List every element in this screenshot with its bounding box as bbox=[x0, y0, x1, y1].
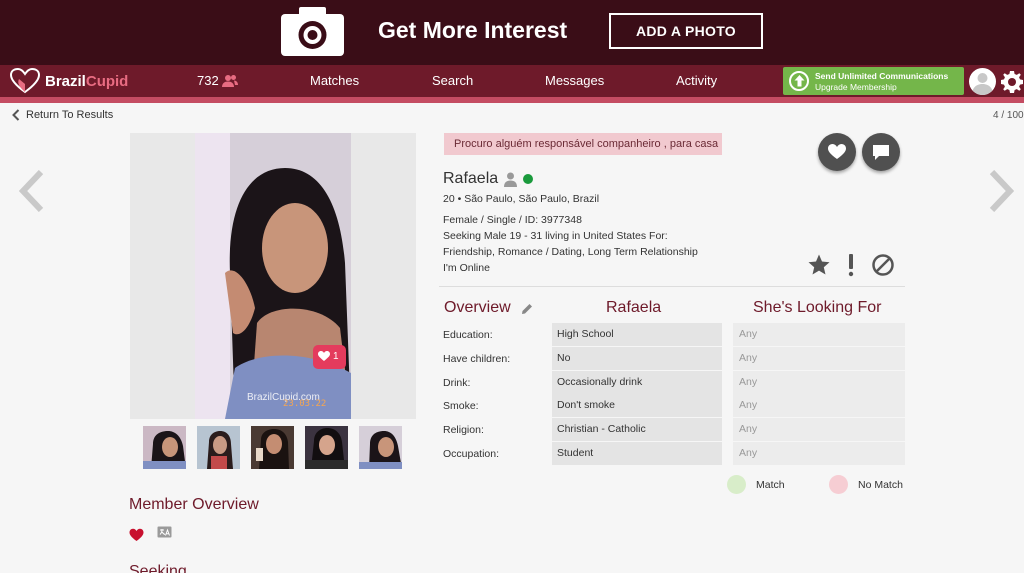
banner-headline: Get More Interest bbox=[378, 17, 568, 43]
profile-seeking-2: Friendship, Romance / Dating, Long Term … bbox=[443, 246, 698, 258]
logo-text-brazil: Brazil bbox=[45, 72, 86, 90]
message-button[interactable] bbox=[862, 133, 900, 171]
profile-online-status: I'm Online bbox=[443, 262, 490, 274]
table-row: Drink: Occasionally drink Any bbox=[439, 371, 905, 394]
photo-thumbnail-2[interactable] bbox=[197, 426, 240, 469]
online-status-dot bbox=[523, 174, 534, 184]
profile-name: Rafaela bbox=[443, 170, 499, 187]
arrow-up-circle-icon bbox=[789, 71, 809, 91]
row-value: Occasionally drink bbox=[552, 371, 722, 394]
return-to-results-link[interactable]: Return To Results bbox=[12, 109, 113, 121]
row-label: Drink: bbox=[443, 377, 471, 389]
block-icon[interactable] bbox=[871, 253, 895, 277]
report-exclamation-icon[interactable] bbox=[839, 253, 863, 277]
person-icon bbox=[504, 172, 518, 187]
heart-icon bbox=[318, 351, 330, 361]
photo-thumbnail-4[interactable] bbox=[305, 426, 348, 469]
nav-accent-stripe bbox=[0, 97, 1024, 103]
row-label: Education: bbox=[443, 329, 493, 341]
main-profile-photo[interactable]: 1 BrazilCupid.com 23.03.22 bbox=[195, 133, 351, 419]
promo-banner: Get More Interest ADD A PHOTO bbox=[0, 0, 1024, 65]
row-label: Smoke: bbox=[443, 400, 479, 412]
nav-activity[interactable]: Activity bbox=[676, 73, 717, 88]
overview-divider bbox=[439, 286, 905, 287]
looking-for-heading: She's Looking For bbox=[753, 299, 882, 316]
result-counter: 4 / 100 bbox=[993, 110, 1024, 121]
avatar-placeholder-icon bbox=[972, 73, 993, 95]
overview-heading: Overview bbox=[444, 299, 511, 316]
row-seek: Any bbox=[733, 418, 905, 441]
interest-count: 732 bbox=[197, 73, 219, 88]
chevron-left-icon bbox=[12, 109, 20, 121]
row-seek: Any bbox=[733, 371, 905, 394]
photo-like-count: 1 bbox=[333, 351, 339, 362]
main-nav: Brazil Cupid 732 Matches Search Messages … bbox=[0, 65, 1024, 97]
row-seek: Any bbox=[733, 394, 905, 417]
favorite-button[interactable] bbox=[818, 133, 856, 171]
table-row: Religion: Christian - Catholic Any bbox=[439, 418, 905, 441]
photo-thumbnail-1[interactable] bbox=[143, 426, 186, 469]
add-photo-button[interactable]: ADD A PHOTO bbox=[609, 13, 763, 49]
profile-seeking-1: Seeking Male 19 - 31 living in United St… bbox=[443, 230, 668, 242]
row-value: Christian - Catholic bbox=[552, 418, 722, 441]
no-match-legend-swatch bbox=[829, 475, 848, 494]
row-value: Student bbox=[552, 442, 722, 465]
profile-basics: Female / Single / ID: 3977348 bbox=[443, 214, 582, 226]
next-profile-arrow-icon[interactable] bbox=[988, 170, 1016, 212]
logo-text-cupid: Cupid bbox=[85, 72, 129, 90]
nav-search[interactable]: Search bbox=[432, 73, 473, 88]
row-seek: Any bbox=[733, 323, 905, 346]
users-icon bbox=[221, 74, 238, 87]
no-match-legend-label: No Match bbox=[858, 479, 903, 491]
upgrade-button[interactable]: Send Unlimited Communications Upgrade Me… bbox=[783, 67, 964, 95]
camera-icon bbox=[281, 7, 344, 56]
row-value: No bbox=[552, 347, 722, 370]
heart-icon bbox=[129, 528, 144, 541]
nav-messages[interactable]: Messages bbox=[545, 73, 604, 88]
photo-illustration bbox=[195, 133, 351, 419]
upgrade-subtitle: Upgrade Membership bbox=[815, 82, 897, 92]
table-row: Occupation: Student Any bbox=[439, 442, 905, 465]
chat-bubble-icon bbox=[873, 145, 889, 160]
heart-logo-icon bbox=[10, 68, 40, 94]
row-label: Have children: bbox=[443, 353, 511, 365]
photo-like-badge: 1 bbox=[318, 351, 339, 362]
heart-icon bbox=[828, 144, 846, 159]
star-icon[interactable] bbox=[807, 253, 831, 277]
match-legend-swatch bbox=[727, 475, 746, 494]
site-logo[interactable]: Brazil Cupid bbox=[10, 68, 128, 94]
row-seek: Any bbox=[733, 347, 905, 370]
photo-date-stamp: 23.03.22 bbox=[283, 399, 327, 409]
row-value: High School bbox=[552, 323, 722, 346]
photo-thumbnail-5[interactable] bbox=[359, 426, 402, 469]
row-label: Occupation: bbox=[443, 448, 500, 460]
table-row: Smoke: Don't smoke Any bbox=[439, 394, 905, 417]
translate-icon[interactable] bbox=[157, 526, 172, 540]
user-avatar[interactable] bbox=[969, 68, 996, 95]
profile-name-row: Rafaela bbox=[443, 170, 534, 188]
table-row: Have children: No Any bbox=[439, 347, 905, 370]
edit-pencil-icon[interactable] bbox=[520, 302, 534, 316]
row-seek: Any bbox=[733, 442, 905, 465]
previous-profile-arrow-icon[interactable] bbox=[17, 170, 45, 212]
nav-matches[interactable]: Matches bbox=[310, 73, 359, 88]
table-row: Education: High School Any bbox=[439, 323, 905, 346]
profile-headline: Procuro alguém responsável companheiro ,… bbox=[444, 133, 722, 155]
gear-icon[interactable] bbox=[1000, 70, 1024, 94]
seeking-section-heading: Seeking bbox=[129, 563, 187, 573]
member-overview-heading: Member Overview bbox=[129, 496, 259, 513]
photo-thumbnail-3[interactable] bbox=[251, 426, 294, 469]
interest-counter[interactable]: 732 bbox=[197, 73, 238, 88]
upgrade-title: Send Unlimited Communications bbox=[815, 71, 949, 81]
row-value: Don't smoke bbox=[552, 394, 722, 417]
match-legend-label: Match bbox=[756, 479, 785, 491]
row-label: Religion: bbox=[443, 424, 484, 436]
profile-location: 20 • São Paulo, São Paulo, Brazil bbox=[443, 193, 600, 205]
member-name-heading: Rafaela bbox=[606, 299, 662, 316]
return-label: Return To Results bbox=[26, 109, 114, 121]
